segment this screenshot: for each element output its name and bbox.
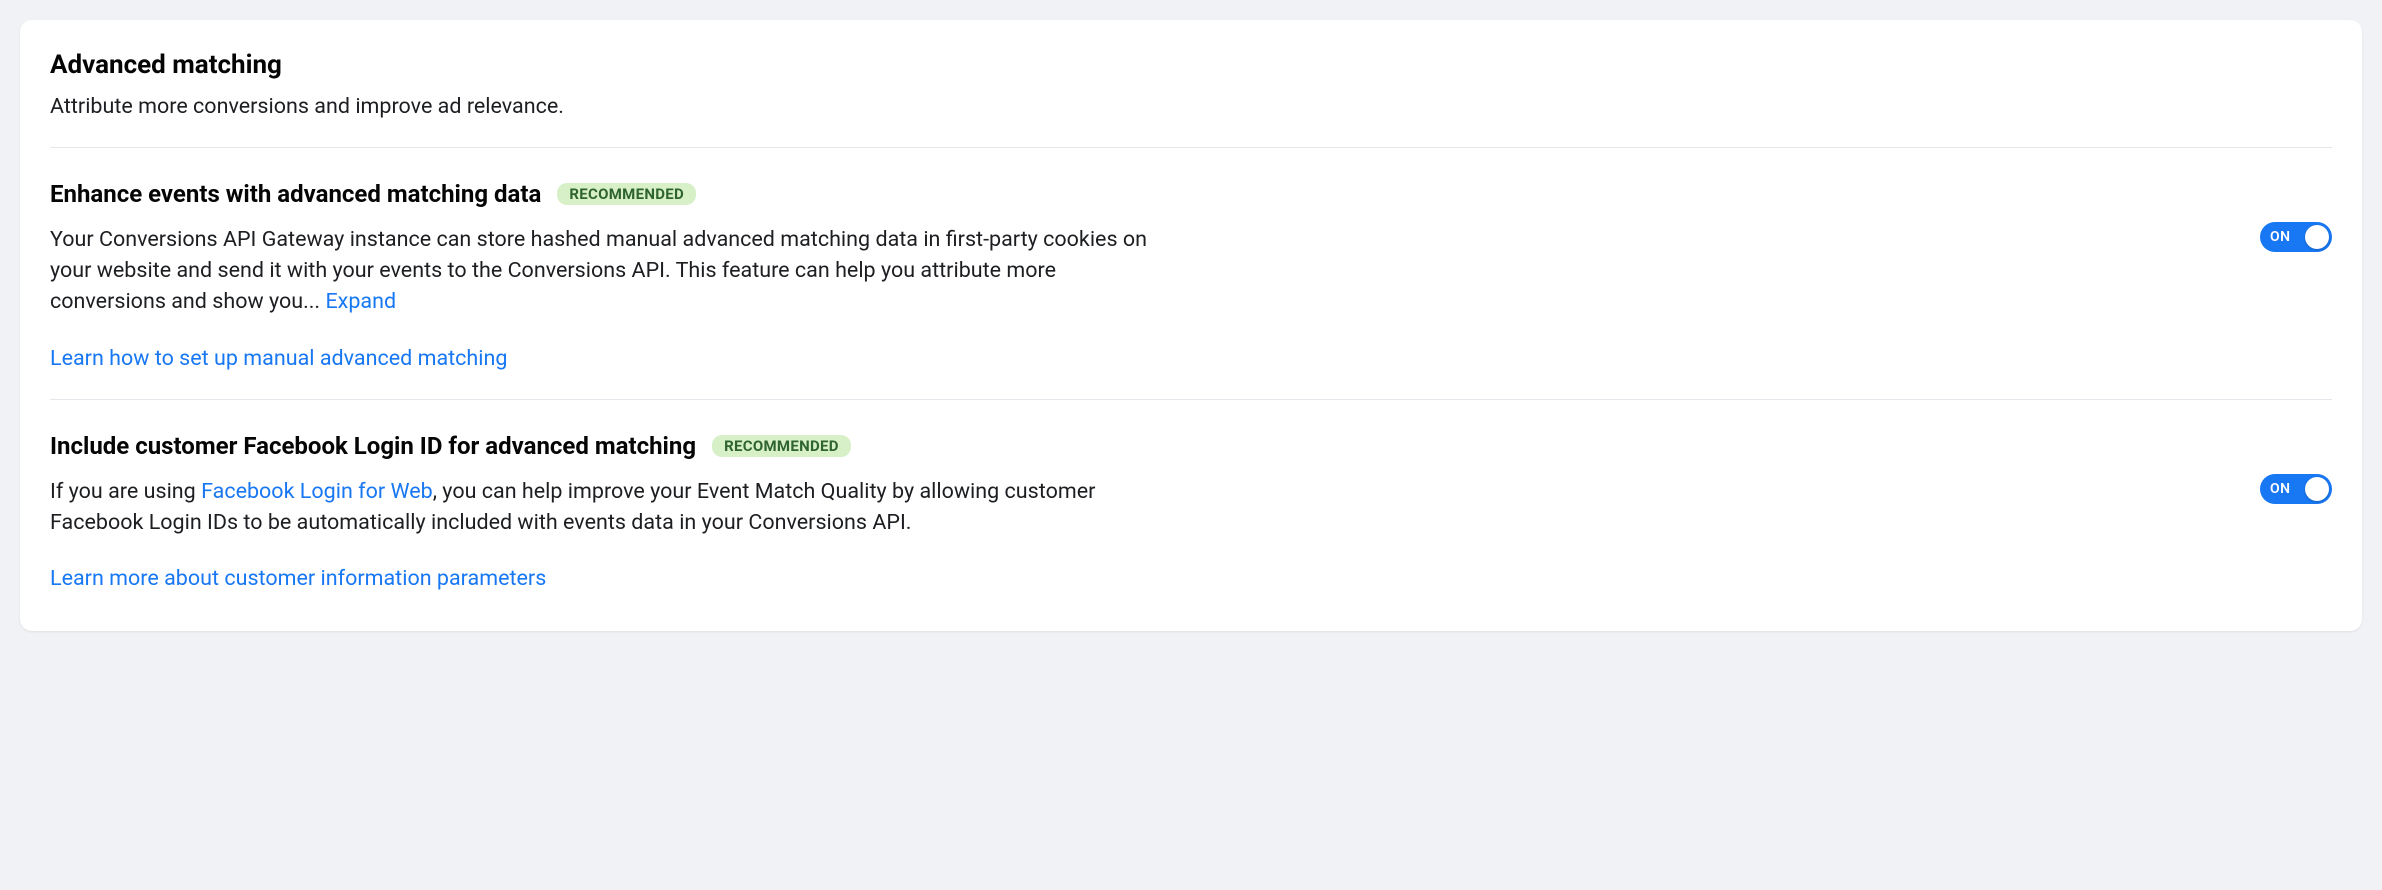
setting-enhance-events: Enhance events with advanced matching da… [50,180,2332,371]
setting-include-login-id: Include customer Facebook Login ID for a… [50,432,2332,591]
setting-heading: Include customer Facebook Login ID for a… [50,432,696,460]
toggle-knob [2305,477,2329,501]
setting-heading-row: Enhance events with advanced matching da… [50,180,1150,208]
recommended-badge: RECOMMENDED [557,183,696,205]
setting-heading-row: Include customer Facebook Login ID for a… [50,432,1150,460]
login-id-toggle[interactable]: ON [2260,474,2332,504]
settings-card: Advanced matching Attribute more convers… [20,20,2362,631]
setting-heading: Enhance events with advanced matching da… [50,180,541,208]
learn-matching-link[interactable]: Learn how to set up manual advanced matc… [50,346,507,371]
setting-content: Enhance events with advanced matching da… [50,180,1150,371]
toggle-knob [2305,225,2329,249]
enhance-events-toggle[interactable]: ON [2260,222,2332,252]
toggle-label: ON [2270,481,2291,497]
learn-parameters-link[interactable]: Learn more about customer information pa… [50,566,546,591]
recommended-badge: RECOMMENDED [712,435,851,457]
divider [50,147,2332,148]
section-title: Advanced matching [50,50,2332,80]
expand-link[interactable]: Expand [325,289,396,314]
toggle-label: ON [2270,229,2291,245]
divider [50,399,2332,400]
toggle-wrap: ON [2260,432,2332,504]
facebook-login-web-link[interactable]: Facebook Login for Web [201,479,433,504]
description-text: Your Conversions API Gateway instance ca… [50,227,1147,314]
setting-description: If you are using Facebook Login for Web,… [50,476,1150,538]
toggle-wrap: ON [2260,180,2332,252]
setting-content: Include customer Facebook Login ID for a… [50,432,1150,591]
section-subtitle: Attribute more conversions and improve a… [50,94,2332,119]
setting-description: Your Conversions API Gateway instance ca… [50,224,1150,318]
description-before-link: If you are using [50,479,201,504]
